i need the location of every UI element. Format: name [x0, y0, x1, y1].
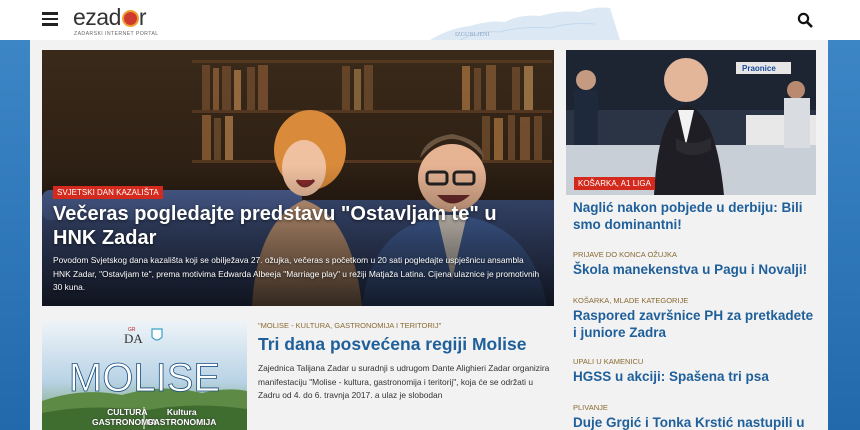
hero-summary: Povodom Svjetskog dana kazališta koji se… — [53, 255, 540, 292]
story-thumbnail[interactable]: DA GR MOLISE CULTURA GASTRONOMIA Kultura… — [42, 321, 247, 430]
side-feature-card[interactable]: Praonice Košarka, A1 liga — [566, 50, 816, 195]
story-title[interactable]: Tri dana posvećena regiji Molise — [258, 334, 550, 354]
list-item[interactable]: Košarka, mlade kategorije Raspored završ… — [573, 296, 818, 341]
hero-headline[interactable]: Večeras pogledajte predstavu "Ostavljam … — [53, 202, 533, 250]
side-item-title[interactable]: Naglić nakon pobjede u derbiju: Bili smo… — [573, 200, 818, 233]
side-item-kicker: Košarka, mlade kategorije — [573, 296, 689, 305]
search-icon[interactable] — [797, 12, 813, 28]
side-item-title[interactable]: Škola manekenstva u Pagu i Novalji! — [573, 262, 818, 279]
hero-category-tag[interactable]: Svjetski dan kazališta — [53, 186, 163, 199]
poster-badge: DA — [124, 331, 143, 346]
side-feature-image: Praonice — [566, 50, 816, 195]
site-logo[interactable]: ezad r ZADARSKI INTERNET PORTAL — [73, 4, 173, 38]
logo-subtitle: ZADARSKI INTERNET PORTAL — [74, 31, 159, 37]
list-item[interactable]: Plivanje Duje Grgić i Tonka Krstić nastu… — [573, 403, 818, 430]
list-item[interactable]: Prijave do konca ožujka Škola manekenstv… — [573, 250, 818, 279]
list-item[interactable]: Upali u kamenicu HGSS u akciji: Spašena … — [573, 357, 818, 386]
side-item-kicker: Upali u kamenicu — [573, 357, 644, 366]
top-bar: IZGUBLJENI ezad r ZADARSKI INTERNET PORTA… — [0, 0, 860, 40]
hero-story[interactable]: Svjetski dan kazališta Večeras pogledajt… — [42, 50, 554, 306]
poster-right-caption: Kultura GASTRONOMIJA — [147, 407, 217, 427]
page-border-left — [0, 40, 30, 430]
poster-headline: MOLISE — [69, 356, 220, 400]
logo-wordmark: ezad r — [73, 4, 147, 30]
story-summary: Zajednica Talijana Zadar u suradnji s ud… — [258, 363, 550, 400]
side-item-kicker: Prijave do konca ožujka — [573, 250, 678, 259]
shield-icon — [151, 328, 163, 341]
side-item-title[interactable]: Raspored završnice PH za pretkadete i ju… — [573, 308, 818, 341]
map-label: IZGUBLJENI — [455, 32, 489, 38]
list-item[interactable]: Naglić nakon pobjede u derbiju: Bili smo… — [573, 200, 818, 233]
side-item-title[interactable]: Duje Grgić i Tonka Krstić nastupili u — [573, 415, 818, 430]
side-item-kicker: Plivanje — [573, 403, 608, 412]
story-card[interactable]: "Molise - kultura, gastronomija i terito… — [258, 321, 550, 403]
arena-sign-text: Praonice — [742, 64, 776, 73]
hamburger-menu-icon[interactable] — [42, 12, 58, 26]
page-border-right — [828, 40, 860, 430]
side-item-title[interactable]: HGSS u akciji: Spašena tri psa — [573, 369, 818, 386]
story-kicker: "Molise - kultura, gastronomija i terito… — [258, 321, 442, 330]
svg-text:GR: GR — [128, 327, 136, 333]
side-feature-tag[interactable]: Košarka, A1 liga — [574, 177, 655, 190]
map-illustration: IZGUBLJENI — [430, 7, 620, 40]
